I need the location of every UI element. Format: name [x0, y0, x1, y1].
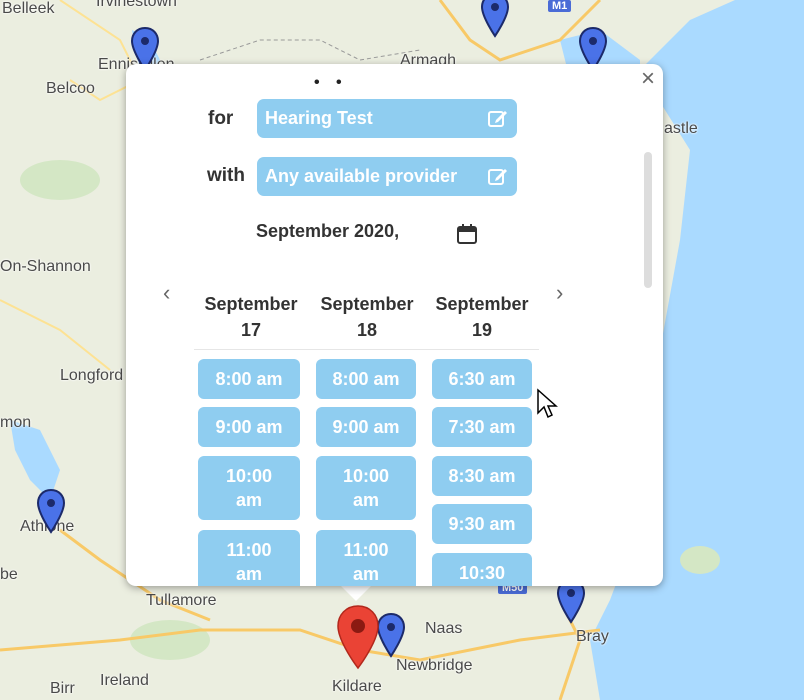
- month-label: September 2020,: [256, 221, 400, 241]
- time-slot-button[interactable]: 8:30 am: [432, 456, 532, 496]
- calendar-icon[interactable]: [456, 223, 478, 245]
- place-newbridge: Newbridge: [396, 657, 473, 674]
- place-tullamore: Tullamore: [146, 592, 217, 609]
- prev-days-arrow[interactable]: ‹: [163, 280, 170, 306]
- edit-icon: [488, 169, 507, 185]
- time-slot-button[interactable]: 6:30 am: [432, 359, 532, 399]
- day-header: September 17: [204, 294, 298, 340]
- place-bray: Bray: [576, 628, 609, 645]
- provider-value: Any available provider: [265, 166, 458, 186]
- time-slot-button[interactable]: 9:30 am: [432, 504, 532, 544]
- time-slot-button[interactable]: 10:00 am: [316, 456, 416, 520]
- time-slot-button[interactable]: 10:00 am: [198, 456, 300, 520]
- place-naas: Naas: [425, 620, 463, 637]
- place-irvinestown: Irvinestown: [96, 0, 177, 10]
- time-slot-button[interactable]: 11:00 am: [198, 530, 300, 586]
- place-longford: Longford: [60, 367, 124, 384]
- time-slot-button[interactable]: 8:00 am: [316, 359, 416, 399]
- scrollbar-thumb[interactable]: [644, 152, 652, 288]
- map-pin-icon[interactable]: [480, 0, 510, 38]
- edit-icon: [488, 111, 507, 127]
- road-sign-m1: M1: [548, 0, 572, 12]
- divider: [194, 349, 539, 350]
- selected-map-pin-icon[interactable]: [336, 604, 380, 670]
- place-belleek: Belleek: [2, 0, 55, 17]
- map-pin-icon[interactable]: [376, 612, 406, 658]
- provider-selector[interactable]: Any available provider: [257, 157, 517, 196]
- place-newcastle: astle: [664, 120, 698, 137]
- scrollbar[interactable]: [643, 152, 653, 288]
- day-header: September 19: [435, 294, 529, 340]
- place-kildare: Kildare: [332, 678, 382, 695]
- booking-popup: × • • for Hearing Test with Any availabl…: [126, 64, 663, 586]
- mouse-cursor-icon: [537, 388, 558, 419]
- service-selector[interactable]: Hearing Test: [257, 99, 517, 138]
- place-mon: mon: [0, 414, 32, 431]
- place-be: be: [0, 566, 18, 583]
- time-slot-button[interactable]: 7:30 am: [432, 407, 532, 447]
- close-button[interactable]: ×: [637, 66, 659, 92]
- time-slot-button[interactable]: 8:00 am: [198, 359, 300, 399]
- place-belcoo: Belcoo: [46, 80, 95, 97]
- place-birr: Birr: [50, 680, 75, 697]
- for-label: for: [208, 108, 234, 129]
- place-ireland: Ireland: [100, 672, 149, 689]
- service-value: Hearing Test: [265, 108, 373, 128]
- map-pin-icon[interactable]: [36, 488, 66, 534]
- popup-tail: [340, 585, 372, 601]
- time-slot-button[interactable]: 11:00 am: [316, 530, 416, 586]
- with-label: with: [207, 165, 245, 186]
- time-slot-button[interactable]: 9:00 am: [316, 407, 416, 447]
- next-days-arrow[interactable]: ›: [556, 280, 563, 306]
- time-slot-button[interactable]: 10:30: [432, 553, 532, 586]
- day-header: September 18: [320, 294, 414, 340]
- time-slot-button[interactable]: 9:00 am: [198, 407, 300, 447]
- place-carrick-on-shannon: On-Shannon: [0, 258, 91, 275]
- drag-handle[interactable]: • •: [314, 74, 348, 92]
